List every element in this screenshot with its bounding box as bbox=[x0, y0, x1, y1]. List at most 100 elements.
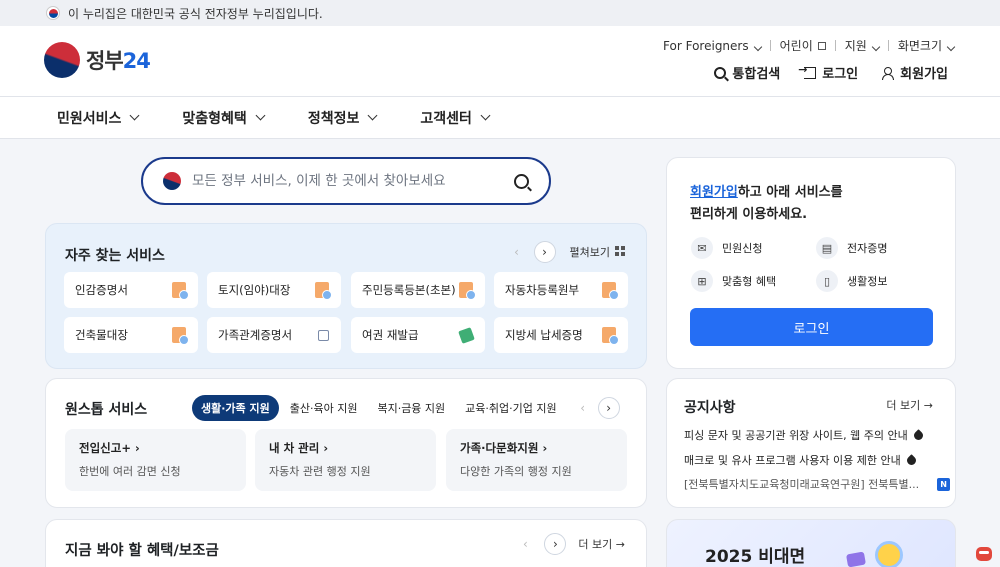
login-card: 회원가입하고 아래 서비스를 편리하게 이용하세요. ✉ 민원신청 ▤ 전자증명 ⊞… bbox=[666, 157, 956, 369]
notice-item[interactable]: [전북특별자치도교육청미래교육연구원] 전북특별... N bbox=[684, 476, 951, 492]
certificate-icon: ▤ bbox=[816, 237, 838, 259]
benefits-more-link[interactable]: 더 보기 → bbox=[578, 536, 625, 552]
onestop-item-title: 가족·다문화지원 › bbox=[460, 441, 548, 455]
login-icon bbox=[798, 63, 817, 79]
chevron-down-icon bbox=[255, 110, 266, 121]
next-arrow-icon[interactable]: › bbox=[533, 241, 556, 263]
integrated-search-button[interactable]: 통합검색 bbox=[714, 63, 780, 82]
service-item[interactable]: 여권 재발급 bbox=[351, 317, 485, 353]
onestop-item[interactable]: 전입신고+ › 한번에 여러 감면 신청 bbox=[65, 429, 246, 491]
tab-life-family[interactable]: 생활·가족 지원 bbox=[192, 395, 279, 421]
next-arrow-icon[interactable]: › bbox=[597, 397, 620, 419]
benefits-pager: ‹ › 더 보기 → bbox=[506, 533, 625, 555]
pin-icon bbox=[911, 428, 925, 442]
search-icon bbox=[714, 66, 727, 79]
util-support[interactable]: 지원 bbox=[845, 37, 881, 54]
feature-civil-apply[interactable]: ✉ 민원신청 bbox=[691, 237, 762, 259]
feature-custom-benefits[interactable]: ⊞ 맞춤형 혜택 bbox=[691, 270, 776, 292]
grid-icon bbox=[615, 246, 625, 256]
service-item[interactable]: 인감증명서 bbox=[64, 272, 198, 308]
divider bbox=[834, 40, 836, 51]
logo-text: 정부24 bbox=[86, 49, 151, 73]
signup-link[interactable]: 회원가입 bbox=[690, 185, 738, 200]
onestop-item-title: 내 차 관리 › bbox=[269, 441, 329, 455]
tab-birth-childcare[interactable]: 출산·육아 지원 bbox=[281, 395, 367, 421]
utility-menu: For Foreigners 어린이 지원 화면크기 bbox=[663, 37, 956, 54]
feature-life-info[interactable]: ▯ 생활정보 bbox=[816, 270, 887, 292]
korea-flag-icon bbox=[46, 6, 60, 20]
chevron-down-icon bbox=[871, 42, 881, 52]
document-icon bbox=[602, 327, 619, 345]
prev-arrow-icon[interactable]: ‹ bbox=[506, 241, 528, 263]
service-item[interactable]: 토지(임야)대장 bbox=[207, 272, 341, 308]
mail-icon: ✉ bbox=[691, 237, 713, 259]
divider bbox=[887, 40, 889, 51]
frequent-services-title: 자주 찾는 서비스 bbox=[65, 248, 165, 264]
site-logo[interactable]: 정부24 bbox=[44, 42, 151, 78]
user-add-icon bbox=[882, 66, 895, 80]
onestop-item-desc: 자동차 관련 행정 지원 bbox=[269, 465, 371, 478]
promo-banner[interactable]: 2025 비대면 bbox=[666, 519, 956, 567]
main-nav: 민원서비스 맞춤형혜택 정책정보 고객센터 bbox=[0, 96, 1000, 139]
chevron-down-icon bbox=[129, 110, 140, 121]
util-kids[interactable]: 어린이 bbox=[780, 37, 826, 54]
service-item[interactable]: 지방세 납세증명 bbox=[494, 317, 628, 353]
header-login-button[interactable]: 로그인 bbox=[798, 63, 858, 83]
onestop-title: 원스톱 서비스 bbox=[65, 402, 148, 418]
tab-education-jobs[interactable]: 교육·취업·기업 지원 bbox=[456, 395, 565, 421]
chevron-down-icon bbox=[753, 42, 762, 51]
prev-arrow-icon[interactable]: ‹ bbox=[514, 533, 536, 555]
expand-button[interactable]: 펼쳐보기 bbox=[570, 244, 625, 260]
chevron-down-icon bbox=[480, 110, 491, 121]
onestop-panel: 원스톱 서비스 생활·가족 지원 출산·육아 지원 복지·금융 지원 교육·취업… bbox=[45, 378, 647, 508]
service-item[interactable]: 자동차등록원부 bbox=[494, 272, 628, 308]
document-icon bbox=[602, 282, 619, 300]
login-intro: 회원가입하고 아래 서비스를 편리하게 이용하세요. bbox=[690, 185, 843, 222]
nav-custom-benefits[interactable]: 맞춤형혜택 bbox=[182, 108, 266, 128]
onestop-item-desc: 한번에 여러 감면 신청 bbox=[79, 465, 181, 478]
login-button[interactable]: 로그인 bbox=[690, 308, 933, 346]
nav-policy-info[interactable]: 정책정보 bbox=[308, 108, 378, 128]
taegeuk-icon bbox=[163, 172, 181, 190]
new-badge: N bbox=[937, 477, 951, 491]
external-link-icon bbox=[817, 42, 826, 50]
chevron-down-icon bbox=[946, 42, 956, 52]
notice-more-link[interactable]: 더 보기 → bbox=[886, 397, 933, 413]
onestop-item[interactable]: 가족·다문화지원 › 다양한 가족의 행정 지원 bbox=[446, 429, 627, 491]
util-foreigners[interactable]: For Foreigners bbox=[663, 39, 762, 53]
document-icon bbox=[459, 282, 476, 300]
prev-arrow-icon[interactable]: ‹ bbox=[572, 397, 594, 419]
feature-e-certificate[interactable]: ▤ 전자증명 bbox=[816, 237, 887, 259]
taegeuk-logo-icon bbox=[44, 42, 80, 78]
bookmark-icon: ▯ bbox=[816, 270, 838, 292]
service-item[interactable]: 건축물대장 bbox=[64, 317, 198, 353]
chevron-down-icon bbox=[367, 110, 378, 121]
onestop-item-desc: 다양한 가족의 행정 지원 bbox=[460, 465, 572, 478]
gov-banner-text: 이 누리집은 대한민국 공식 전자정부 누리집입니다. bbox=[68, 6, 323, 21]
onestop-item[interactable]: 내 차 관리 › 자동차 관련 행정 지원 bbox=[255, 429, 436, 491]
tab-welfare-finance[interactable]: 복지·금융 지원 bbox=[368, 395, 454, 421]
search-input[interactable] bbox=[192, 173, 514, 189]
nav-civil-services[interactable]: 민원서비스 bbox=[57, 108, 140, 128]
benefits-panel: 지금 봐야 할 혜택/보조금 ‹ › 더 보기 → bbox=[45, 519, 647, 567]
notice-item[interactable]: 매크로 및 유사 프로그램 사용자 이용 제한 안내 bbox=[684, 452, 918, 468]
search-icon[interactable] bbox=[514, 173, 529, 189]
util-screen-size[interactable]: 화면크기 bbox=[898, 37, 956, 54]
promo-title: 2025 비대면 bbox=[705, 547, 806, 567]
service-item[interactable]: 주민등록등본(초본) bbox=[351, 272, 485, 308]
notice-title: 공지사항 bbox=[684, 400, 736, 416]
divider bbox=[769, 40, 771, 51]
notice-item[interactable]: 피싱 문자 및 공공기관 위장 사이트, 웹 주의 안내 bbox=[684, 427, 925, 443]
pin-icon bbox=[904, 453, 918, 467]
nav-customer-center[interactable]: 고객센터 bbox=[420, 108, 491, 128]
chatbot-icon[interactable] bbox=[976, 547, 992, 561]
frequent-services-panel: 자주 찾는 서비스 ‹ › 펼쳐보기 인감증명서 토지(임야)대장 주민등록등본… bbox=[45, 223, 647, 369]
pencil-icon bbox=[458, 326, 475, 344]
document-icon bbox=[172, 282, 189, 300]
next-arrow-icon[interactable]: › bbox=[544, 533, 567, 555]
signup-button[interactable]: 회원가입 bbox=[882, 63, 948, 82]
service-item[interactable]: 가족관계증명서 bbox=[207, 317, 341, 353]
main-search-bar bbox=[141, 157, 551, 205]
document-icon bbox=[172, 327, 189, 345]
bulb-icon bbox=[875, 541, 903, 567]
